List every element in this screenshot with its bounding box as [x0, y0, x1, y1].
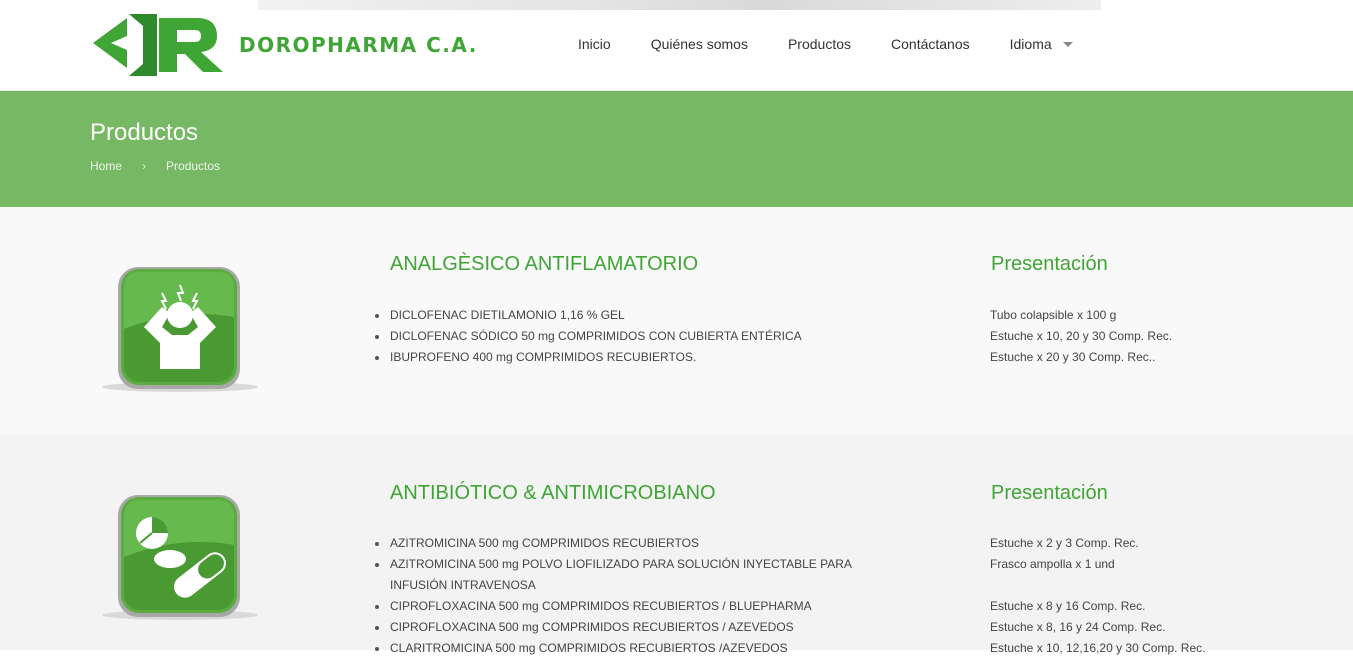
- list-item: Frasco ampolla x 1 und: [990, 557, 1115, 571]
- list-item: CIPROFLOXACINA 500 mg COMPRIMIDOS RECUBI…: [375, 596, 870, 617]
- presentation-list: Tubo colapsible x 100 g Estuche x 10, 20…: [990, 305, 1330, 368]
- nav-item-quienes-somos[interactable]: Quiénes somos: [651, 36, 748, 52]
- list-item: Estuche x 8, 16 y 24 Comp. Rec.: [990, 620, 1166, 634]
- nav-item-idioma-label: Idioma: [1009, 36, 1052, 52]
- nav-item-idioma[interactable]: Idioma: [1010, 36, 1073, 52]
- nav-item-inicio[interactable]: Inicio: [578, 36, 611, 52]
- site-header: DOROPHARMA C.A. Inicio Quiénes somos Pro…: [0, 0, 1353, 91]
- category-title: ANALGÈSICO ANTIFLAMATORIO: [390, 253, 699, 275]
- presentation-list: Estuche x 2 y 3 Comp. Rec. Frasco ampoll…: [990, 533, 1330, 659]
- chevron-down-icon: [1062, 41, 1073, 47]
- product-section-analgesico: ANALGÈSICO ANTIFLAMATORIO Presentación D…: [0, 207, 1353, 435]
- list-item: Estuche x 20 y 30 Comp. Rec..: [990, 350, 1156, 364]
- list-item: AZITROMICINA 500 mg COMPRIMIDOS RECUBIER…: [375, 533, 870, 554]
- list-item: Estuche x 10, 20 y 30 Comp. Rec.: [990, 329, 1173, 343]
- list-item: [990, 575, 1330, 596]
- brand-name: DOROPHARMA C.A.: [239, 33, 478, 57]
- breadcrumb-home[interactable]: Home: [90, 159, 122, 173]
- list-item: DICLOFENAC SÓDICO 50 mg COMPRIMIDOS CON …: [375, 326, 870, 347]
- list-item: Tubo colapsible x 100 g: [990, 308, 1117, 322]
- list-item: Estuche x 2 y 3 Comp. Rec.: [990, 536, 1139, 550]
- doropharma-logo-icon: [93, 14, 223, 76]
- presentation-title: Presentación: [991, 482, 1108, 504]
- breadcrumb-current: Productos: [166, 159, 221, 173]
- list-item: CIPROFLOXACINA 500 mg COMPRIMIDOS RECUBI…: [375, 617, 870, 638]
- presentation-title: Presentación: [991, 253, 1108, 275]
- list-item: Estuche x 10, 12,16,20 y 30 Comp. Rec.: [990, 641, 1206, 655]
- breadcrumb: Home › Productos: [90, 159, 220, 173]
- list-item: IBUPROFENO 400 mg COMPRIMIDOS RECUBIERTO…: [375, 347, 870, 368]
- main-nav: Inicio Quiénes somos Productos Contáctan…: [578, 36, 1073, 52]
- nav-item-productos[interactable]: Productos: [788, 36, 851, 52]
- list-item: CLARITROMICINA 500 mg COMPRIMIDOS RECUBI…: [375, 638, 870, 659]
- list-item: AZITROMICINA 500 mg POLVO LIOFILIZADO PA…: [375, 554, 870, 596]
- nav-item-contactanos[interactable]: Contáctanos: [891, 36, 970, 52]
- page-title: Productos: [90, 119, 199, 146]
- category-title: ANTIBIÓTICO & ANTIMICROBIANO: [390, 482, 716, 504]
- breadcrumb-separator-icon: ›: [142, 159, 147, 173]
- product-list: AZITROMICINA 500 mg COMPRIMIDOS RECUBIER…: [375, 533, 870, 659]
- product-section-antibiotico: ANTIBIÓTICO & ANTIMICROBIANO Presentació…: [0, 435, 1353, 655]
- page-title-band: Productos Home › Productos: [0, 91, 1353, 207]
- list-item: DICLOFENAC DIETILAMONIO 1,16 % GEL: [375, 305, 870, 326]
- hero-slider-edge: [258, 0, 1101, 10]
- headache-person-icon: [100, 257, 258, 402]
- pills-capsule-icon: [100, 485, 258, 630]
- list-item: Estuche x 8 y 16 Comp. Rec.: [990, 599, 1146, 613]
- logo-link[interactable]: DOROPHARMA C.A.: [93, 14, 478, 76]
- product-list: DICLOFENAC DIETILAMONIO 1,16 % GEL DICLO…: [375, 305, 870, 368]
